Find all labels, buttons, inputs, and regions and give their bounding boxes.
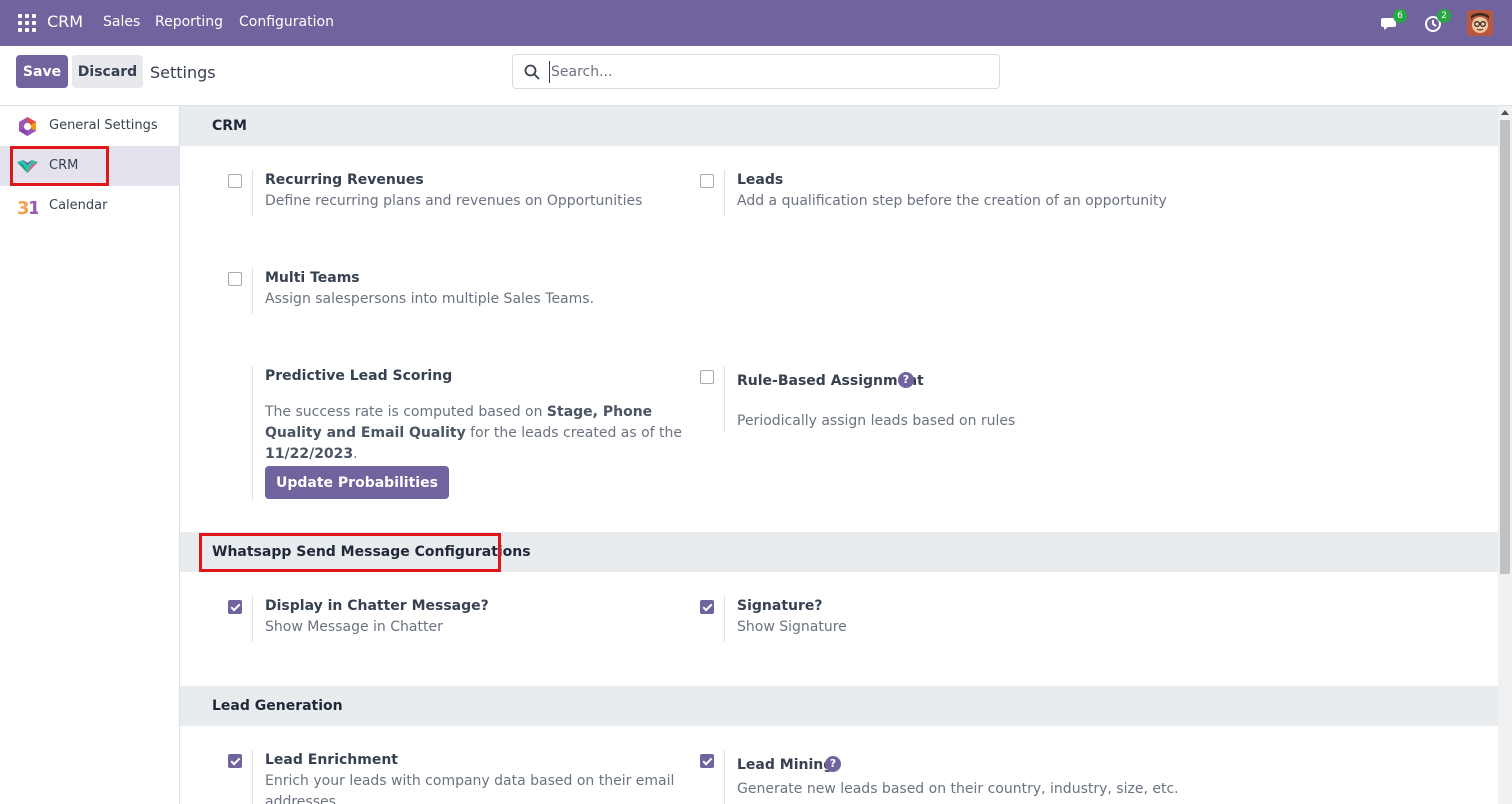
- menu-configuration[interactable]: Configuration: [239, 14, 334, 30]
- setting-desc-lead-mining: Generate new leads based on their countr…: [737, 781, 1179, 797]
- setting-title-lead-enrichment: Lead Enrichment: [265, 752, 398, 768]
- display-in-chatter-checkbox[interactable]: [228, 600, 242, 614]
- divider: [252, 170, 253, 216]
- divider: [252, 366, 253, 500]
- setting-title-lead-mining: Lead Mining: [737, 757, 834, 773]
- user-avatar[interactable]: [1467, 10, 1493, 36]
- avatar-face-icon: [1467, 10, 1493, 36]
- calendar-31-icon: 3 1: [17, 198, 38, 217]
- recurring-revenues-checkbox[interactable]: [228, 174, 242, 188]
- scrollbar-thumb[interactable]: [1500, 120, 1510, 574]
- setting-desc-display-in-chatter: Show Message in Chatter: [265, 619, 443, 635]
- section-header-crm: CRM: [180, 106, 1498, 146]
- top-navbar: CRM Sales Reporting Configuration 6 2: [0, 0, 1512, 46]
- page-title: Settings: [150, 63, 216, 82]
- activities-button[interactable]: 2: [1425, 9, 1451, 34]
- app-brand[interactable]: CRM: [47, 12, 83, 31]
- divider: [724, 596, 725, 642]
- settings-content: CRM Recurring Revenues Define recurring …: [180, 106, 1498, 804]
- sidebar-item-label: CRM: [49, 158, 79, 173]
- setting-desc-lead-enrichment: Enrich your leads with company data base…: [265, 773, 675, 789]
- search-box: [512, 54, 1000, 89]
- menu-reporting[interactable]: Reporting: [155, 14, 223, 30]
- setting-title-signature: Signature?: [737, 598, 823, 614]
- setting-title-display-in-chatter: Display in Chatter Message?: [265, 598, 489, 614]
- save-button[interactable]: Save: [16, 55, 68, 88]
- setting-title-leads: Leads: [737, 172, 784, 188]
- settings-sidebar: General Settings CRM 3 1 Calendar: [0, 106, 180, 804]
- sidebar-item-general-settings[interactable]: General Settings: [0, 106, 179, 146]
- sidebar-item-calendar[interactable]: 3 1 Calendar: [0, 186, 179, 226]
- svg-text:1: 1: [28, 198, 38, 217]
- setting-desc-signature: Show Signature: [737, 619, 847, 635]
- section-title: Whatsapp Send Message Configurations: [212, 544, 531, 560]
- lead-enrichment-checkbox[interactable]: [228, 754, 242, 768]
- divider: [724, 750, 725, 804]
- question-circle-icon[interactable]: ?: [898, 372, 914, 388]
- menu-sales[interactable]: Sales: [103, 14, 140, 30]
- apps-grid-icon[interactable]: [18, 14, 36, 32]
- lead-mining-checkbox[interactable]: [700, 754, 714, 768]
- section-title: Lead Generation: [212, 698, 343, 714]
- setting-desc-leads: Add a qualification step before the crea…: [737, 193, 1167, 209]
- setting-desc-recurring-revenues: Define recurring plans and revenues on O…: [265, 193, 643, 209]
- search-icon: [524, 64, 540, 80]
- predictive-lead-scoring-text: The success rate is computed based on St…: [265, 404, 683, 462]
- crm-handshake-icon: [17, 160, 38, 173]
- divider: [724, 366, 725, 432]
- search-input[interactable]: [549, 61, 989, 83]
- section-header-whatsapp: Whatsapp Send Message Configurations: [180, 532, 1498, 572]
- divider: [252, 268, 253, 314]
- divider: [252, 750, 253, 804]
- setting-desc-lead-enrichment-cont: addresses: [265, 794, 336, 804]
- messages-button[interactable]: 6: [1381, 9, 1407, 34]
- messages-badge: 6: [1393, 9, 1407, 23]
- setting-title-multi-teams: Multi Teams: [265, 270, 360, 286]
- section-title: CRM: [212, 118, 247, 134]
- sidebar-item-label: General Settings: [49, 118, 158, 133]
- section-header-lead-generation: Lead Generation: [180, 686, 1498, 726]
- discard-button[interactable]: Discard: [72, 55, 143, 88]
- multi-teams-checkbox[interactable]: [228, 272, 242, 286]
- setting-title-recurring-revenues: Recurring Revenues: [265, 172, 424, 188]
- content-scrollbar[interactable]: [1498, 106, 1512, 804]
- setting-desc-rule-based-assignment: Periodically assign leads based on rules: [737, 413, 1016, 429]
- divider: [724, 170, 725, 216]
- divider: [252, 596, 253, 642]
- sidebar-item-label: Calendar: [49, 198, 108, 213]
- scroll-up-arrow-icon[interactable]: [1501, 110, 1509, 115]
- leads-checkbox[interactable]: [700, 174, 714, 188]
- activities-badge: 2: [1437, 9, 1451, 23]
- rule-based-assignment-checkbox[interactable]: [700, 370, 714, 384]
- control-panel: Save Discard Settings: [0, 46, 1512, 106]
- general-settings-icon: [19, 117, 36, 136]
- setting-title-rule-based-assignment: Rule-Based Assignment: [737, 373, 924, 389]
- signature-checkbox[interactable]: [700, 600, 714, 614]
- setting-desc-multi-teams: Assign salespersons into multiple Sales …: [265, 291, 595, 307]
- question-circle-icon[interactable]: ?: [825, 756, 841, 772]
- setting-title-predictive-lead-scoring: Predictive Lead Scoring: [265, 368, 453, 384]
- sidebar-item-crm[interactable]: CRM: [0, 146, 179, 186]
- update-probabilities-button[interactable]: Update Probabilities: [265, 466, 449, 499]
